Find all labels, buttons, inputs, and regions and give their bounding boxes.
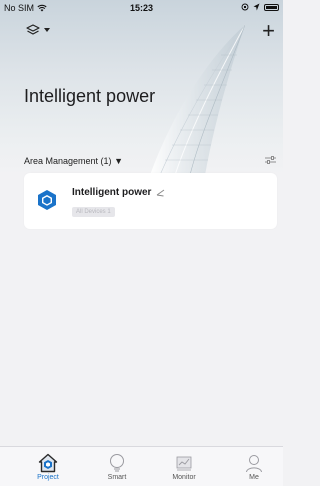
status-right: [241, 3, 279, 11]
location-icon: [253, 3, 260, 11]
project-card[interactable]: Intelligent power All Devices 1: [24, 173, 277, 229]
project-name: Intelligent power: [72, 187, 152, 198]
status-bar: No SIM 15:23: [0, 0, 283, 18]
bottom-tab-bar: Project Smart Monitor Me: [0, 446, 283, 486]
add-button[interactable]: +: [262, 18, 275, 44]
home-icon: [38, 453, 58, 473]
area-management-row: Area Management (1) ▼: [24, 156, 276, 168]
device-count-badge: All Devices 1: [72, 207, 115, 217]
orientation-lock-icon: [241, 3, 249, 11]
area-management-label: Area Management (1): [24, 156, 112, 166]
top-bar: +: [0, 18, 283, 48]
person-icon: [246, 455, 262, 473]
page-title: Intelligent power: [24, 86, 156, 106]
project-switcher-button[interactable]: [26, 24, 50, 36]
area-management-dropdown[interactable]: Area Management (1) ▼: [24, 156, 123, 166]
layers-icon: [26, 24, 40, 35]
tab-project[interactable]: Project: [28, 453, 68, 485]
sliders-icon: [265, 156, 276, 164]
tab-smart[interactable]: Smart: [97, 453, 137, 485]
battery-icon: [264, 3, 279, 11]
filter-button[interactable]: [265, 155, 276, 167]
bulb-icon: [110, 454, 124, 472]
cube-icon: [38, 190, 56, 210]
tab-smart-label: Smart: [107, 474, 127, 481]
tab-project-label: Project: [37, 474, 59, 481]
tab-monitor[interactable]: Monitor: [164, 453, 204, 485]
caret-down-icon: [44, 28, 50, 32]
app-screen: No SIM 15:23 + Intelligent power Area Ma…: [0, 0, 283, 486]
tab-monitor-label: Monitor: [172, 474, 196, 481]
tab-me-label: Me: [249, 474, 259, 481]
tab-me[interactable]: Me: [234, 453, 274, 485]
edit-icon[interactable]: [156, 187, 166, 197]
caret-down-icon: ▼: [114, 156, 123, 166]
monitor-chart-icon: [176, 456, 192, 471]
